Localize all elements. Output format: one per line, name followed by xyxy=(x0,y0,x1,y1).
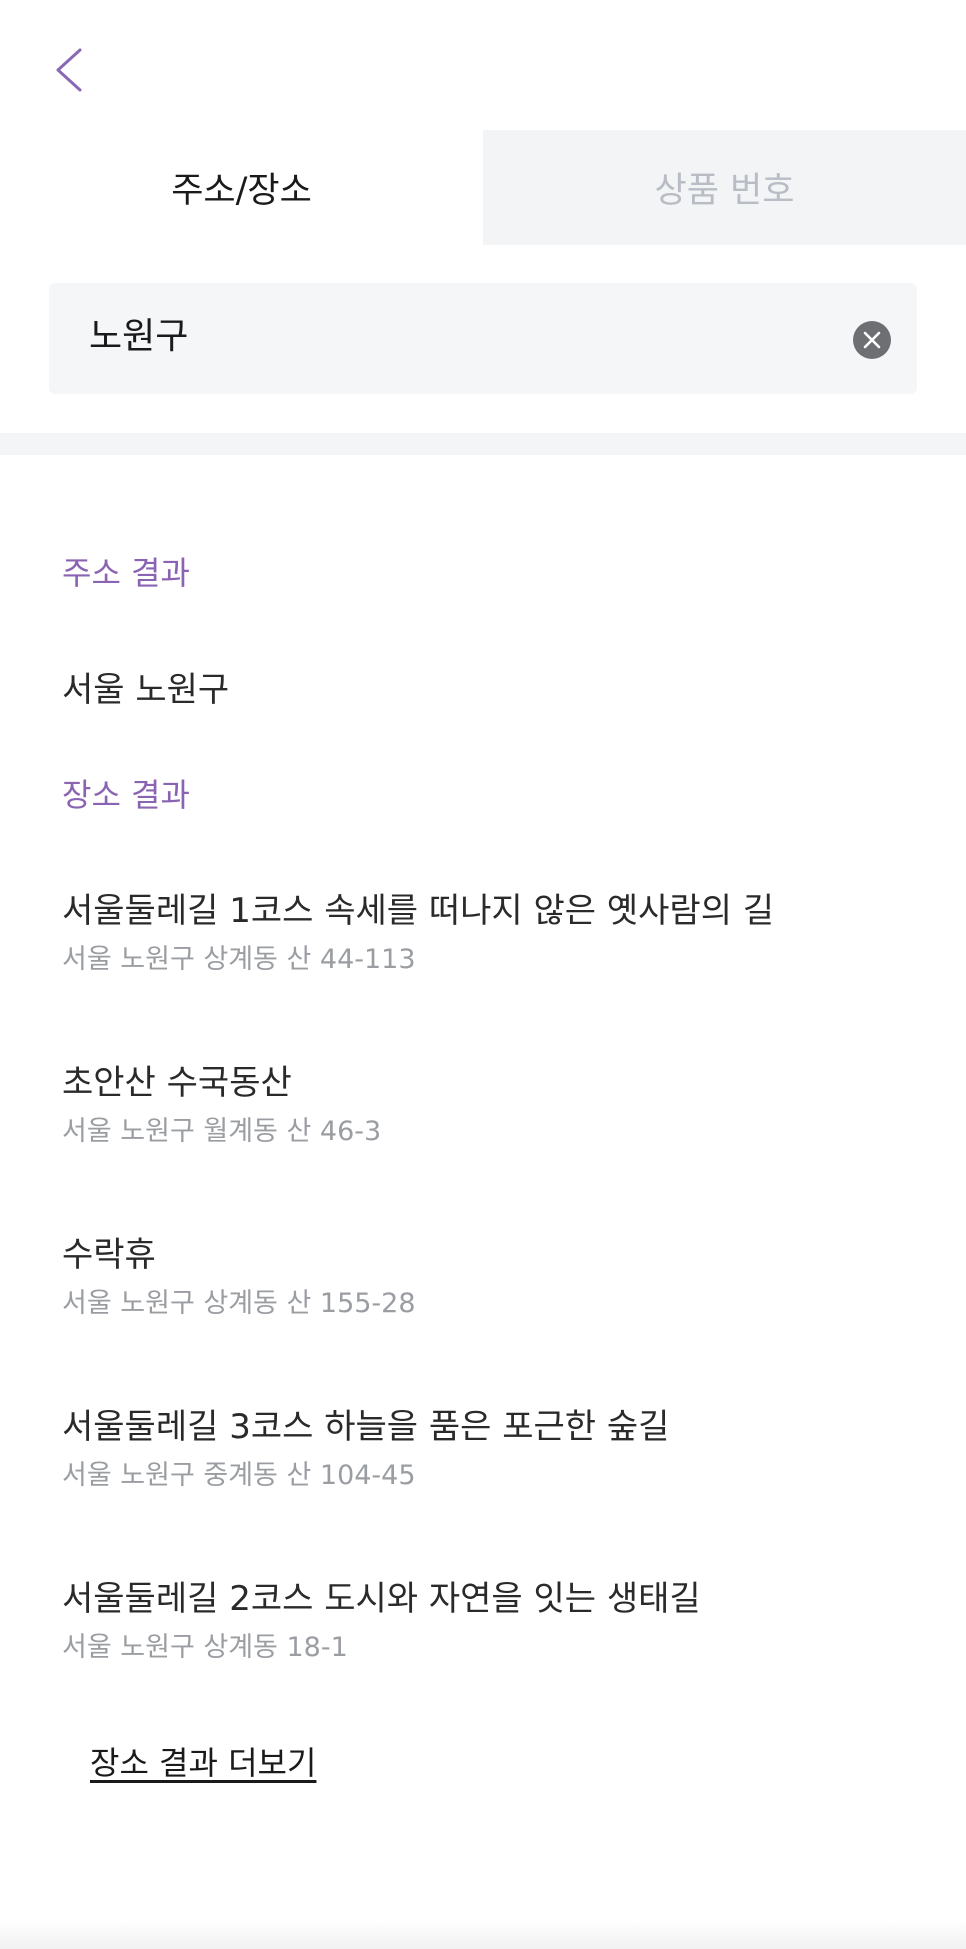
place-result-item[interactable]: 수락휴 서울 노원구 상계동 산 155-28 xyxy=(62,1232,922,1322)
address-results-title: 주소 결과 xyxy=(62,554,190,592)
search-page: 주소/장소 상품 번호 주소 결과 서울 노원구 장소 결과 서울둘레길 1코스… xyxy=(0,0,966,1949)
bottom-shade xyxy=(0,1920,966,1949)
more-place-results-link[interactable]: 장소 결과 더보기 xyxy=(90,1738,316,1784)
place-name: 서울둘레길 1코스 속세를 떠나지 않은 옛사람의 길 xyxy=(62,891,775,931)
search-box xyxy=(49,283,917,394)
place-result-item[interactable]: 서울둘레길 2코스 도시와 자연을 잇는 생태길 서울 노원구 상계동 18-1 xyxy=(62,1576,922,1666)
place-name: 서울둘레길 3코스 하늘을 품은 포근한 숲길 xyxy=(62,1407,670,1447)
place-address: 서울 노원구 중계동 산 104-45 xyxy=(62,1460,416,1491)
close-icon xyxy=(863,331,881,349)
chevron-left-icon xyxy=(56,48,82,92)
place-name: 수락휴 xyxy=(62,1235,156,1275)
place-address: 서울 노원구 월계동 산 46-3 xyxy=(62,1116,382,1147)
section-divider xyxy=(0,433,966,455)
place-result-item[interactable]: 초안산 수국동산 서울 노원구 월계동 산 46-3 xyxy=(62,1060,922,1150)
address-result-item[interactable]: 서울 노원구 xyxy=(62,662,229,711)
place-result-item[interactable]: 서울둘레길 3코스 하늘을 품은 포근한 숲길 서울 노원구 중계동 산 104… xyxy=(62,1404,922,1494)
tab-address-place[interactable]: 주소/장소 xyxy=(0,130,483,245)
search-mode-tabs: 주소/장소 상품 번호 xyxy=(0,130,966,245)
tab-product-number[interactable]: 상품 번호 xyxy=(483,130,966,245)
place-results-title: 장소 결과 xyxy=(62,776,190,814)
place-address: 서울 노원구 상계동 18-1 xyxy=(62,1632,348,1663)
place-address: 서울 노원구 상계동 산 44-113 xyxy=(62,944,416,975)
place-name: 서울둘레길 2코스 도시와 자연을 잇는 생태길 xyxy=(62,1579,701,1619)
search-input[interactable] xyxy=(89,283,829,383)
back-button[interactable] xyxy=(52,40,100,100)
clear-search-button[interactable] xyxy=(853,321,891,359)
place-result-item[interactable]: 서울둘레길 1코스 속세를 떠나지 않은 옛사람의 길 서울 노원구 상계동 산… xyxy=(62,888,922,978)
place-address: 서울 노원구 상계동 산 155-28 xyxy=(62,1288,416,1319)
place-name: 초안산 수국동산 xyxy=(62,1063,292,1103)
